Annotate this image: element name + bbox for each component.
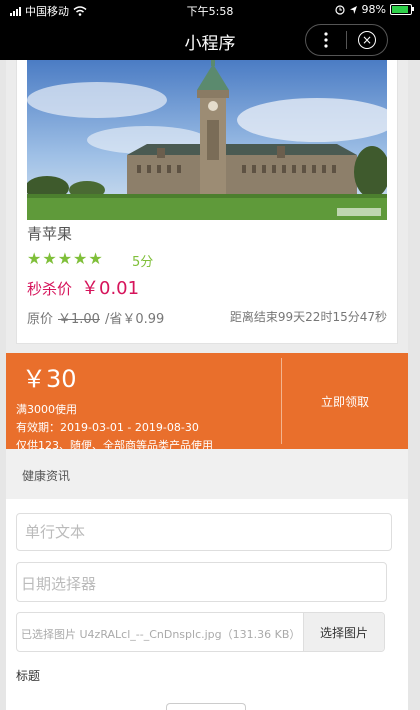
coupon-validity: 有效期：2019-03-01 - 2019-08-30	[16, 421, 199, 434]
section-title: 健康资讯	[22, 469, 71, 483]
choose-image-button[interactable]: 选择图片	[303, 613, 384, 651]
close-icon: ×	[358, 31, 376, 49]
rating-score: 5分	[132, 255, 154, 270]
form-area: 日期选择器 已选择图片 U4zRALcl_--_CnDnsplc.jpg（131…	[6, 499, 408, 710]
coupon-card: ￥30 满3000使用 有效期：2019-03-01 - 2019-08-30 …	[6, 353, 408, 452]
battery-percent: 98%	[361, 3, 386, 16]
capsule-menu: ×	[305, 24, 388, 56]
product-image[interactable]	[27, 60, 387, 220]
location-icon	[349, 5, 357, 14]
original-price-label: 原价	[27, 312, 54, 327]
product-name: 青苹果	[27, 225, 73, 243]
alarm-icon	[334, 4, 345, 15]
single-line-text-input[interactable]	[16, 513, 392, 551]
more-icon	[324, 32, 328, 48]
battery-icon	[390, 4, 414, 15]
flash-sale-price: ￥0.01	[81, 278, 140, 299]
product-card[interactable]: 青苹果 ★★★★★ 5分 秒杀价 ￥0.01 原价 ￥1.00 /省￥0.99 …	[16, 60, 398, 344]
image-upload-field: 已选择图片 U4zRALcl_--_CnDnsplc.jpg（131.36 KB…	[16, 612, 385, 652]
savings-text: /省￥0.99	[105, 312, 165, 327]
coupon-condition: 满3000使用	[16, 403, 77, 416]
page-edge-right	[408, 60, 420, 710]
claim-coupon-button[interactable]: 立即领取	[282, 353, 408, 449]
status-right: 98%	[334, 3, 414, 16]
nav-bar: 小程序 ×	[0, 20, 420, 60]
original-price: ￥1.00	[58, 312, 100, 327]
more-button[interactable]	[306, 25, 346, 55]
form-title-label: 标题	[16, 669, 41, 683]
star-rating-icon: ★★★★★	[27, 249, 104, 268]
parliament-photo	[27, 60, 387, 220]
selected-file-name: 已选择图片 U4zRALcl_--_CnDnsplc.jpg（131.36 KB…	[21, 628, 301, 641]
status-bar: 中国移动 下午5:58 98%	[0, 0, 420, 20]
countdown-timer: 距离结束99天22时15分47秒	[229, 310, 387, 324]
flash-sale-label: 秒杀价	[27, 280, 73, 298]
close-button[interactable]: ×	[347, 25, 387, 55]
section-header: 健康资讯	[6, 449, 408, 499]
partial-input-box[interactable]	[166, 703, 246, 710]
page-content[interactable]: 青苹果 ★★★★★ 5分 秒杀价 ￥0.01 原价 ￥1.00 /省￥0.99 …	[0, 60, 420, 710]
coupon-amount: ￥30	[22, 365, 77, 393]
date-picker[interactable]: 日期选择器	[16, 562, 387, 602]
